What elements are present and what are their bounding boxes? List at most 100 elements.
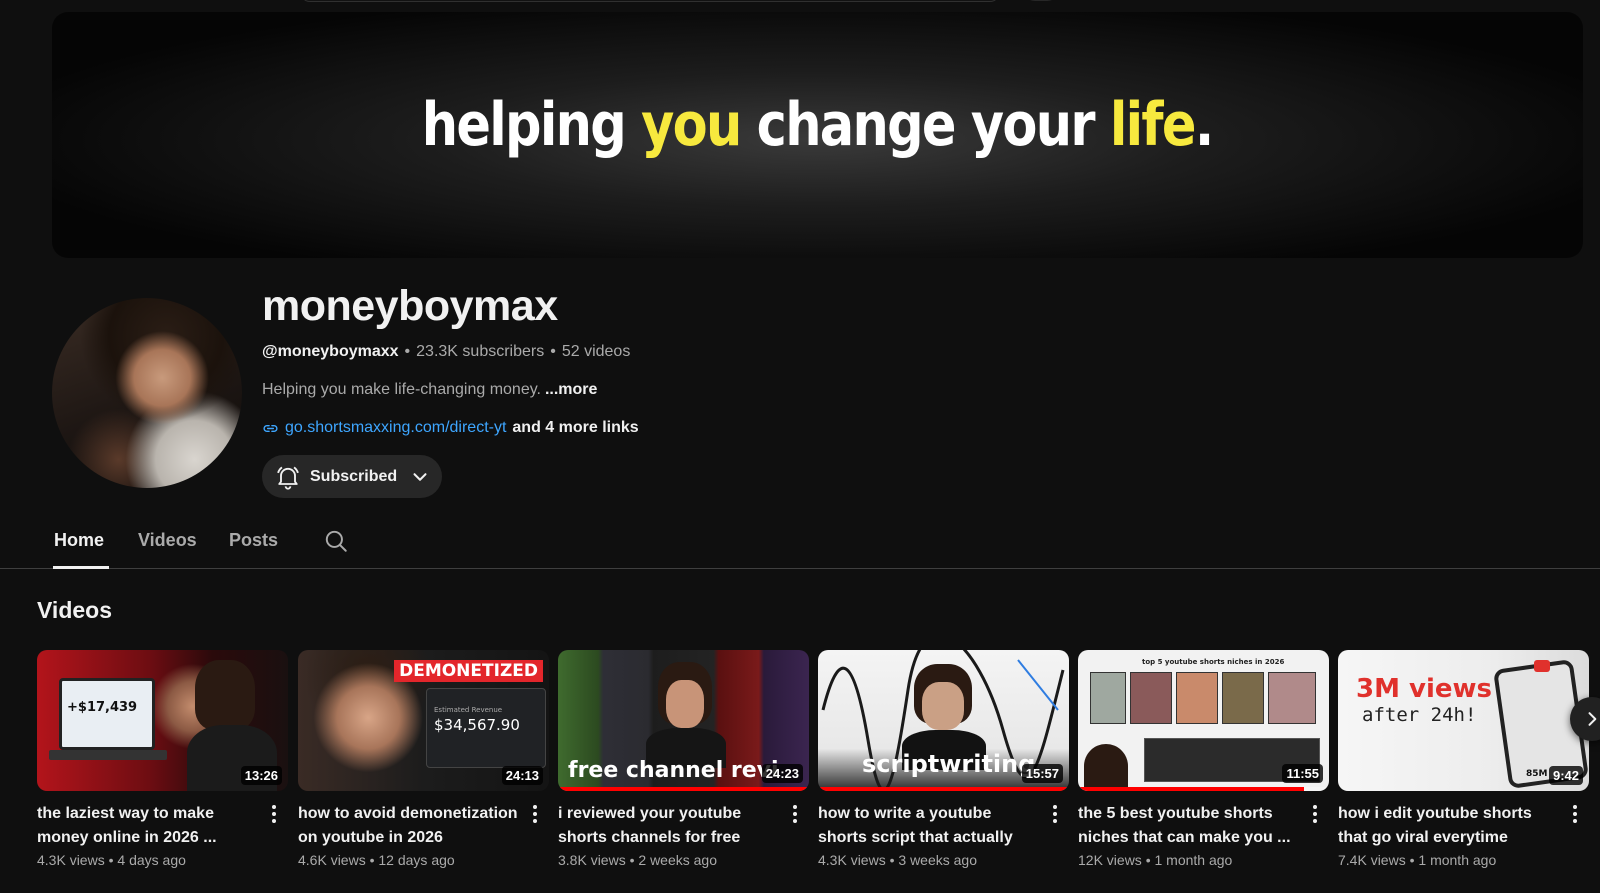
more-actions-button[interactable]: [1563, 802, 1587, 826]
video-title[interactable]: how to write a youtube shorts script tha…: [818, 802, 1043, 850]
banner-word-highlight: you: [641, 90, 742, 160]
separator-dot: •: [1145, 852, 1151, 868]
channel-handle: @moneyboymaxx: [262, 343, 399, 360]
channel-links: go.shortsmaxxing.com/direct-yt and 4 mor…: [262, 419, 639, 437]
video-duration: 24:23: [761, 764, 803, 783]
more-actions-button[interactable]: [1043, 802, 1067, 826]
video-card[interactable]: scriptwriting 15:57 how to write a youtu…: [818, 650, 1069, 868]
upload-age: 3 weeks ago: [898, 852, 977, 868]
niche-tile: [1268, 672, 1316, 724]
channel-description[interactable]: Helping you make life-changing money....…: [262, 381, 597, 399]
more-actions-button[interactable]: [523, 802, 547, 826]
laptop-base-graphic: [49, 750, 167, 760]
view-count: 4.3K views: [818, 852, 886, 868]
separator-dot: •: [1409, 852, 1415, 868]
channel-name: moneyboymax: [262, 282, 558, 330]
separator-dot: •: [550, 343, 556, 360]
video-duration: 13:26: [240, 766, 282, 785]
banner-period: .: [1195, 90, 1214, 160]
channel-link[interactable]: go.shortsmaxxing.com/direct-yt: [285, 419, 506, 437]
banner-slogan: helping you change your life.: [422, 90, 1214, 160]
view-count: 7.4K views: [1338, 852, 1406, 868]
video-meta: 4.3K views • 3 weeks ago: [818, 852, 1069, 868]
thumb-subheadline: after 24h!: [1362, 704, 1477, 726]
niche-tile: [1222, 672, 1264, 724]
video-thumbnail[interactable]: scriptwriting 15:57: [818, 650, 1069, 791]
tab-posts[interactable]: Posts: [229, 530, 278, 551]
shelf-title: Videos: [37, 597, 112, 623]
search-icon[interactable]: [323, 528, 349, 554]
video-duration: 11:55: [1282, 764, 1323, 783]
thumb-revenue: $34,567.90: [434, 716, 520, 734]
video-thumbnail[interactable]: DEMONETIZED Estimated Revenue $34,567.90…: [298, 650, 549, 791]
thumb-text: +$17,439: [67, 700, 138, 715]
view-count: 3.8K views: [558, 852, 626, 868]
video-duration: 9:42: [1548, 766, 1583, 785]
niche-tile: [1090, 672, 1126, 724]
video-title[interactable]: how to avoid demonetization on youtube i…: [298, 802, 523, 850]
watch-progress-bar: [818, 787, 1069, 791]
video-thumbnail[interactable]: top 5 youtube shorts niches in 2026 11:5…: [1078, 650, 1329, 791]
upload-age: 1 month ago: [1154, 852, 1233, 868]
thumb-badge: DEMONETIZED: [394, 660, 543, 682]
upload-age: 1 month ago: [1418, 852, 1497, 868]
upload-age: 12 days ago: [378, 852, 455, 868]
person-face-graphic: [666, 680, 704, 728]
tab-home[interactable]: Home: [54, 530, 104, 551]
kebab-menu-icon: [272, 805, 276, 823]
video-card[interactable]: 3M views after 24h! 85M 9:42 how i edit …: [1338, 650, 1589, 868]
channel-tabs: Home Videos Posts: [0, 512, 1600, 569]
channel-banner: helping you change your life.: [52, 12, 1583, 258]
person-graphic: [1084, 744, 1128, 788]
more-actions-button[interactable]: [1303, 802, 1327, 826]
video-card[interactable]: top 5 youtube shorts niches in 2026 11:5…: [1078, 650, 1329, 868]
subscribed-button[interactable]: Subscribed: [262, 455, 442, 498]
view-count: 4.6K views: [298, 852, 366, 868]
more-actions-button[interactable]: [262, 802, 286, 826]
subscriber-count: 23.3K subscribers: [416, 343, 545, 360]
thumb-subtext: Estimated Revenue: [434, 706, 503, 714]
tab-videos[interactable]: Videos: [138, 530, 197, 551]
thumb-text: top 5 youtube shorts niches in 2026: [1142, 658, 1285, 666]
video-duration: 15:57: [1021, 764, 1063, 783]
thumb-headline: 3M views: [1356, 674, 1493, 704]
video-thumbnail[interactable]: 3M views after 24h! 85M 9:42: [1338, 650, 1589, 791]
video-thumbnail[interactable]: +$17,439 13:26: [37, 650, 288, 791]
more-actions-button[interactable]: [783, 802, 807, 826]
person-hair-graphic: [195, 660, 255, 730]
video-title[interactable]: i reviewed your youtube shorts channels …: [558, 802, 783, 850]
video-meta: 12K views • 1 month ago: [1078, 852, 1329, 868]
separator-dot: •: [369, 852, 375, 868]
channel-avatar[interactable]: [52, 298, 242, 488]
video-card[interactable]: DEMONETIZED Estimated Revenue $34,567.90…: [298, 650, 549, 868]
thumb-text: free channel revi: [568, 758, 779, 783]
description-more-link[interactable]: ...more: [545, 381, 597, 398]
video-meta: 4.3K views • 4 days ago: [37, 852, 288, 868]
separator-dot: •: [108, 852, 114, 868]
video-title[interactable]: how i edit youtube shorts that go viral …: [1338, 802, 1563, 850]
video-card[interactable]: free channel revi 24:23 i reviewed your …: [558, 650, 809, 868]
video-meta: 4.6K views • 12 days ago: [298, 852, 549, 868]
video-title[interactable]: the laziest way to make money online in …: [37, 802, 262, 850]
kebab-menu-icon: [1053, 805, 1057, 823]
youtube-logo-icon: [1534, 660, 1550, 672]
separator-dot: •: [629, 852, 635, 868]
view-count: 4.3K views: [37, 852, 105, 868]
upload-age: 2 weeks ago: [638, 852, 717, 868]
video-title[interactable]: the 5 best youtube shorts niches that ca…: [1078, 802, 1303, 850]
watch-progress-bar: [558, 787, 809, 791]
video-card[interactable]: +$17,439 13:26 the laziest way to make m…: [37, 650, 288, 868]
video-meta: 7.4K views • 1 month ago: [1338, 852, 1589, 868]
banner-word-highlight: life: [1110, 90, 1197, 160]
chevron-down-icon: [413, 472, 427, 481]
subscribed-label: Subscribed: [310, 467, 398, 485]
banner-word: helping: [422, 90, 627, 160]
voice-search-remnant: [1023, 0, 1059, 1]
kebab-menu-icon: [1573, 805, 1577, 823]
more-links-button[interactable]: and 4 more links: [512, 419, 638, 437]
video-thumbnail[interactable]: free channel revi 24:23: [558, 650, 809, 791]
bell-icon: [277, 466, 299, 490]
video-duration: 24:13: [501, 766, 543, 785]
person-face-graphic: [922, 682, 964, 730]
view-count: 12K views: [1078, 852, 1142, 868]
